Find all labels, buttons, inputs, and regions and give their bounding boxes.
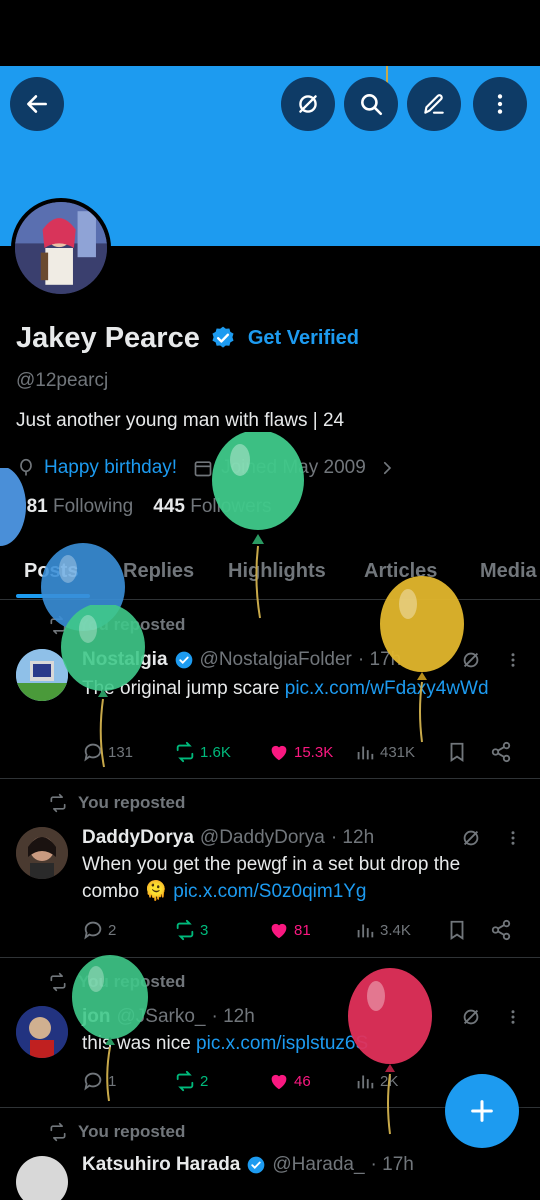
balloon-green [72, 955, 148, 1102]
avatar-image [16, 827, 68, 879]
like-button[interactable]: 46 [268, 1070, 311, 1092]
chevron-right-icon[interactable] [378, 459, 396, 477]
repost-indicator: You reposted [48, 793, 185, 813]
views-chart-icon [357, 924, 374, 938]
post-item[interactable]: You reposted DaddyDorya @DaddyDorya · 12… [0, 779, 540, 958]
views-button[interactable]: 3.4K [354, 919, 411, 941]
post-header: DaddyDorya @DaddyDorya · 12h [82, 827, 374, 849]
verified-badge-icon [212, 326, 234, 348]
post-avatar[interactable] [16, 1006, 68, 1058]
like-count: 46 [294, 1072, 311, 1090]
status-bar [0, 0, 540, 66]
edit-icon [424, 94, 444, 114]
post-header: Katsuhiro Harada @Harada_ · 17h [82, 1154, 414, 1176]
following-link[interactable]: 981 Following [16, 496, 133, 518]
more-vertical-icon[interactable] [504, 829, 522, 847]
heart-filled-icon [271, 923, 287, 939]
compose-post-button[interactable] [445, 1074, 519, 1148]
heart-filled-icon [271, 1074, 287, 1090]
plus-icon [471, 1100, 493, 1122]
repost-icon [176, 741, 194, 763]
share-icon[interactable] [490, 919, 512, 941]
post-time: · 17h [370, 1154, 414, 1175]
post-author-handle[interactable]: @Harada_ [272, 1154, 364, 1176]
profile-name: Jakey Pearce [16, 321, 200, 354]
repost-icon [176, 919, 194, 941]
post-link[interactable]: pic.x.com/S0z0qim1Yg [173, 881, 366, 902]
post-actions: 2 3 81 3.4K [82, 919, 522, 943]
avatar-image [15, 202, 107, 294]
back-arrow-icon [27, 95, 47, 113]
verified-badge-icon [248, 1156, 265, 1174]
repost-count: 2 [200, 1072, 209, 1090]
balloon-blue-partial [0, 468, 26, 546]
reply-button[interactable]: 2 [82, 919, 116, 941]
heart-filled-icon [271, 745, 287, 761]
repost-count: 1.6K [200, 743, 231, 761]
balloon-yellow [380, 576, 464, 743]
view-count: 3.4K [380, 921, 411, 939]
followers-count: 445 [153, 496, 185, 517]
profile-handle: @12pearcj [16, 370, 109, 391]
post-author-name[interactable]: Katsuhiro Harada [82, 1154, 240, 1176]
repost-button[interactable]: 1.6K [174, 741, 231, 763]
share-icon[interactable] [490, 741, 512, 763]
back-button[interactable] [10, 77, 64, 131]
post-avatar[interactable] [16, 827, 68, 879]
post-text: When you get the pewgf in a set but drop… [82, 851, 522, 905]
grok-icon [299, 95, 317, 113]
profile-avatar[interactable] [11, 198, 111, 298]
repost-indicator: You reposted [48, 1122, 185, 1142]
balloon-green [61, 605, 145, 768]
post-link[interactable]: pic.x.com/isplstuz6S [196, 1033, 368, 1054]
tab-replies[interactable]: Replies [123, 560, 194, 583]
views-chart-icon [357, 746, 374, 760]
search-button[interactable] [344, 77, 398, 131]
repost-label: You reposted [78, 1122, 186, 1141]
repost-button[interactable]: 2 [174, 1070, 208, 1092]
profile-name-row: Jakey Pearce Get Verified [16, 318, 359, 358]
repost-button[interactable]: 3 [174, 919, 208, 941]
balloon-green [212, 432, 304, 619]
reply-icon [84, 921, 102, 940]
grok-icon[interactable] [460, 827, 482, 849]
edit-button[interactable] [407, 77, 461, 131]
repost-icon [50, 793, 66, 813]
more-vertical-icon[interactable] [504, 1008, 522, 1026]
like-button[interactable]: 81 [268, 919, 311, 941]
get-verified-link[interactable]: Get Verified [248, 327, 359, 350]
view-count: 431K [380, 743, 416, 761]
bookmark-icon[interactable] [446, 919, 468, 941]
profile-meta: Happy birthday! Joined May 2009 [16, 454, 396, 482]
repost-icon [50, 972, 66, 992]
more-vertical-icon [497, 94, 503, 114]
search-icon [361, 94, 383, 116]
like-count: 15.3K [294, 743, 334, 761]
repost-icon [176, 1070, 194, 1092]
post-author-handle[interactable]: @DaddyDorya [200, 827, 325, 849]
grok-button[interactable] [281, 77, 335, 131]
like-button[interactable]: 15.3K [268, 741, 333, 763]
reply-count: 2 [108, 921, 117, 939]
post-time: · 12h [211, 1006, 255, 1027]
like-count: 81 [294, 921, 311, 939]
balloon-red [348, 968, 432, 1135]
post-author-name[interactable]: DaddyDorya [82, 827, 194, 849]
post-author-handle[interactable]: @NostalgiaFolder [200, 649, 352, 671]
post-time: · 12h [330, 827, 375, 848]
profile-bio: Just another young man with flaws | 24 [16, 410, 345, 431]
post-avatar[interactable] [16, 1156, 68, 1200]
repost-count: 3 [200, 921, 209, 939]
birthday-link[interactable]: Happy birthday! [44, 457, 177, 479]
more-vertical-icon[interactable] [504, 651, 522, 669]
tab-media[interactable]: Media [480, 560, 537, 583]
repost-label: You reposted [78, 793, 186, 812]
avatar-image [16, 1006, 68, 1058]
following-label: Following [52, 496, 134, 517]
grok-icon[interactable] [460, 1006, 482, 1028]
verified-badge-icon [175, 651, 192, 669]
more-button[interactable] [473, 77, 527, 131]
repost-icon [50, 1122, 66, 1142]
